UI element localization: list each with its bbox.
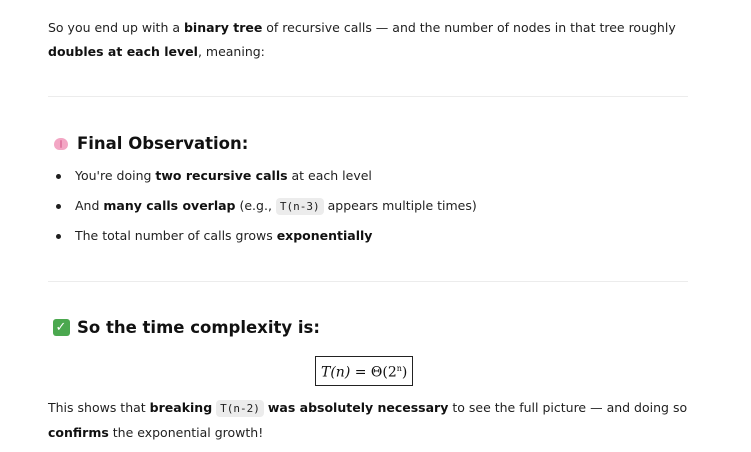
conclusion-bold-breaking: breaking xyxy=(149,400,213,415)
item-bold: exponentially xyxy=(276,228,373,243)
item-bold: many calls overlap xyxy=(103,198,236,213)
final-observation-title: Final Observation: xyxy=(77,134,249,153)
intro-paragraph: So you end up with a binary tree of recu… xyxy=(48,16,698,64)
item-text: And xyxy=(75,198,104,213)
complexity-title: So the time complexity is: xyxy=(77,318,320,337)
complexity-heading: ✓ So the time complexity is: xyxy=(52,318,320,337)
intro-text-1: So you end up with a xyxy=(48,20,184,35)
conclusion-text-2: to see the full picture — and doing so xyxy=(448,400,688,415)
formula-rhs: ) xyxy=(401,364,408,381)
list-item: The total number of calls grows exponent… xyxy=(56,225,477,255)
intro-bold-doubles: doubles at each level xyxy=(48,44,198,59)
item-text: appears multiple times) xyxy=(323,198,477,213)
divider xyxy=(48,96,688,97)
formula-lhs: T(n) xyxy=(321,364,351,381)
intro-bold-binary-tree: binary tree xyxy=(183,20,263,35)
observation-list: You're doing two recursive calls at each… xyxy=(56,165,477,255)
item-bold: two recursive calls xyxy=(155,168,288,183)
formula-eq: = Θ(2 xyxy=(350,364,397,381)
item-text: You're doing xyxy=(75,168,156,183)
check-mark-icon: ✓ xyxy=(52,319,70,337)
item-text: The total number of calls grows xyxy=(75,228,277,243)
conclusion-text-3: the exponential growth! xyxy=(108,425,264,440)
intro-text-3: , meaning: xyxy=(197,44,265,59)
intro-text-2: of recursive calls — and the number of n… xyxy=(262,20,676,35)
conclusion-text-1: This shows that xyxy=(48,400,150,415)
complexity-formula: T(n) = Θ(2n) xyxy=(315,356,414,386)
final-observation-heading: Final Observation: xyxy=(52,134,248,153)
inline-code: T(n-2) xyxy=(216,400,264,417)
divider xyxy=(48,281,688,282)
conclusion-bold-confirms: confirms xyxy=(48,425,109,440)
chat-response: So you end up with a binary tree of recu… xyxy=(0,0,751,452)
conclusion-paragraph: This shows that breaking T(n-2) was abso… xyxy=(48,396,698,445)
list-item: You're doing two recursive calls at each… xyxy=(56,165,477,195)
item-text: (e.g., xyxy=(235,198,276,213)
brain-icon xyxy=(52,135,70,153)
inline-code: T(n-3) xyxy=(275,198,324,215)
conclusion-bold-necessary: was absolutely necessary xyxy=(267,400,449,415)
item-text: at each level xyxy=(287,168,372,183)
list-item: And many calls overlap (e.g., T(n-3) app… xyxy=(56,195,477,225)
